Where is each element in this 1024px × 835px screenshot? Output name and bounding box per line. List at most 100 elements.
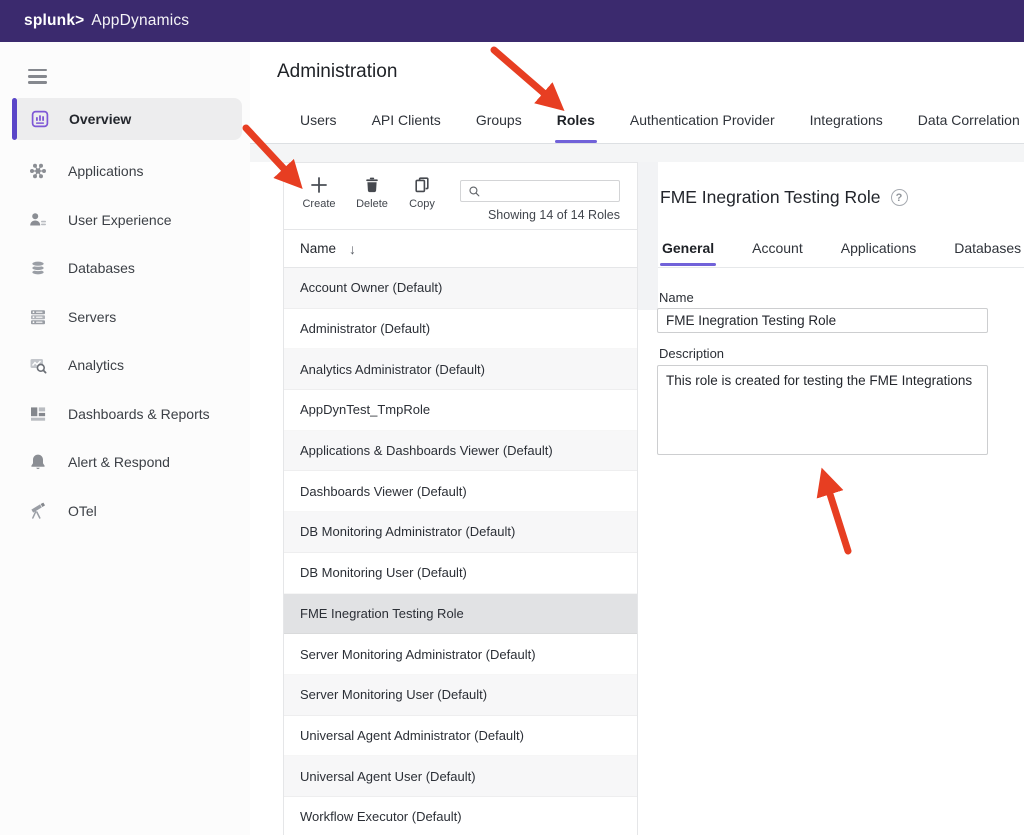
role-row[interactable]: Universal Agent Administrator (Default) bbox=[284, 716, 637, 757]
role-name: Server Monitoring User (Default) bbox=[300, 687, 487, 702]
sidebar-item-label: Servers bbox=[68, 309, 116, 325]
search-icon bbox=[467, 184, 482, 199]
detail-tab-applications[interactable]: Applications bbox=[841, 240, 917, 256]
tab-api-clients[interactable]: API Clients bbox=[372, 112, 441, 143]
sidebar-item-label: Applications bbox=[68, 163, 144, 179]
sidebar-item-databases[interactable]: Databases bbox=[0, 244, 250, 293]
role-detail-header: FME Inegration Testing Role ? bbox=[660, 187, 908, 208]
sidebar-item-analytics[interactable]: Analytics bbox=[0, 341, 250, 390]
tab-authentication-provider[interactable]: Authentication Provider bbox=[630, 112, 775, 143]
servers-icon bbox=[28, 307, 48, 327]
analytics-icon bbox=[28, 355, 48, 375]
role-description-textarea[interactable]: This role is created for testing the FME… bbox=[657, 365, 988, 455]
admin-tab-bar: Users API Clients Groups Roles Authenticatio… bbox=[300, 112, 1020, 143]
red-arrow-description bbox=[829, 491, 848, 551]
detail-tab-divider bbox=[658, 267, 1024, 268]
top-bar: splunk> AppDynamics bbox=[0, 0, 1024, 42]
plus-icon bbox=[309, 175, 329, 195]
create-button[interactable]: Create bbox=[299, 175, 339, 210]
role-name: Dashboards Viewer (Default) bbox=[300, 484, 467, 499]
description-field-label: Description bbox=[659, 346, 724, 361]
sidebar-item-label: Databases bbox=[68, 260, 135, 276]
alert-respond-icon bbox=[28, 452, 48, 472]
detail-tab-databases[interactable]: Databases bbox=[954, 240, 1021, 256]
sort-desc-icon[interactable]: ↓ bbox=[349, 241, 356, 257]
databases-icon bbox=[28, 258, 48, 278]
role-name: Applications & Dashboards Viewer (Defaul… bbox=[300, 443, 553, 458]
sidebar-nav-list: Overview Applications User Experience Datab… bbox=[0, 98, 250, 535]
content-band bbox=[250, 144, 1024, 162]
name-field-label: Name bbox=[659, 290, 694, 305]
delete-button[interactable]: Delete bbox=[352, 175, 392, 210]
sidebar-item-servers[interactable]: Servers bbox=[0, 293, 250, 342]
sidebar-item-dashboards-reports[interactable]: Dashboards & Reports bbox=[0, 390, 250, 439]
tab-roles[interactable]: Roles bbox=[557, 112, 595, 143]
role-row[interactable]: FME Inegration Testing Role bbox=[284, 594, 637, 635]
red-arrow-roles-tab bbox=[494, 50, 546, 95]
role-row[interactable]: Server Monitoring User (Default) bbox=[284, 675, 637, 716]
menu-icon[interactable] bbox=[28, 69, 47, 84]
role-detail-title: FME Inegration Testing Role bbox=[660, 187, 881, 208]
role-name: Analytics Administrator (Default) bbox=[300, 362, 485, 377]
role-row[interactable]: AppDynTest_TmpRole bbox=[284, 390, 637, 431]
role-name: AppDynTest_TmpRole bbox=[300, 402, 430, 417]
brand-chevron: > bbox=[75, 12, 84, 29]
role-row[interactable]: Dashboards Viewer (Default) bbox=[284, 471, 637, 512]
brand-appdynamics: AppDynamics bbox=[91, 12, 189, 29]
roles-search-input[interactable] bbox=[482, 180, 619, 202]
copy-icon bbox=[412, 175, 432, 195]
help-icon[interactable]: ? bbox=[891, 189, 908, 206]
role-row[interactable]: Universal Agent User (Default) bbox=[284, 756, 637, 797]
tab-groups[interactable]: Groups bbox=[476, 112, 522, 143]
brand-splunk: splunk bbox=[24, 12, 75, 29]
dashboards-reports-icon bbox=[28, 404, 48, 424]
page-title: Administration bbox=[277, 61, 397, 83]
applications-icon bbox=[28, 161, 48, 181]
sidebar-item-label: Overview bbox=[69, 111, 131, 127]
toolbar-button-label: Copy bbox=[404, 198, 440, 210]
role-row[interactable]: Account Owner (Default) bbox=[284, 268, 637, 309]
role-name-input[interactable] bbox=[657, 308, 988, 333]
role-detail-tab-bar: General Account Applications Databases bbox=[662, 240, 1021, 256]
copy-button[interactable]: Copy bbox=[404, 175, 440, 210]
sidebar-item-label: Alert & Respond bbox=[68, 454, 170, 470]
otel-icon bbox=[28, 501, 48, 521]
roles-count-text: Showing 14 of 14 Roles bbox=[488, 208, 620, 222]
role-name: Server Monitoring Administrator (Default… bbox=[300, 647, 536, 662]
role-name: FME Inegration Testing Role bbox=[300, 606, 464, 621]
sidebar-item-otel[interactable]: OTel bbox=[0, 487, 250, 536]
role-row[interactable]: Analytics Administrator (Default) bbox=[284, 349, 637, 390]
sidebar-item-label: Analytics bbox=[68, 357, 124, 373]
role-row[interactable]: Workflow Executor (Default) bbox=[284, 797, 637, 835]
roles-column-header: Name ↓ bbox=[284, 230, 637, 268]
roles-search-box[interactable] bbox=[460, 180, 620, 202]
overview-icon bbox=[30, 109, 50, 129]
role-row[interactable]: DB Monitoring User (Default) bbox=[284, 553, 637, 594]
tab-data-correlation[interactable]: Data Correlation bbox=[918, 112, 1020, 143]
detail-tab-account[interactable]: Account bbox=[752, 240, 803, 256]
tab-integrations[interactable]: Integrations bbox=[810, 112, 883, 143]
app-window: splunk> AppDynamics Overview Applications U… bbox=[0, 0, 1024, 835]
trash-icon bbox=[362, 175, 382, 195]
name-column-label[interactable]: Name bbox=[300, 241, 336, 256]
sidebar-item-applications[interactable]: Applications bbox=[0, 147, 250, 196]
role-row[interactable]: DB Monitoring Administrator (Default) bbox=[284, 512, 637, 553]
sidebar-item-alert-respond[interactable]: Alert & Respond bbox=[0, 438, 250, 487]
roles-toolbar: Showing 14 of 14 Roles Create Delete Copy bbox=[284, 163, 637, 230]
role-name: Universal Agent Administrator (Default) bbox=[300, 728, 524, 743]
sidebar-item-label: OTel bbox=[68, 503, 97, 519]
role-row[interactable]: Server Monitoring Administrator (Default… bbox=[284, 634, 637, 675]
user-experience-icon bbox=[28, 210, 48, 230]
sidebar-item-overview[interactable]: Overview bbox=[12, 98, 242, 140]
role-name: DB Monitoring User (Default) bbox=[300, 565, 467, 580]
sidebar-item-user-experience[interactable]: User Experience bbox=[0, 196, 250, 245]
detail-tab-general[interactable]: General bbox=[662, 240, 714, 256]
role-row[interactable]: Applications & Dashboards Viewer (Defaul… bbox=[284, 431, 637, 472]
splunk-appdynamics-logo[interactable]: splunk> AppDynamics bbox=[24, 12, 189, 30]
role-row[interactable]: Administrator (Default) bbox=[284, 309, 637, 350]
roles-list-panel: Showing 14 of 14 Roles CreateDeleteCopy … bbox=[283, 162, 638, 835]
sidebar-item-label: Dashboards & Reports bbox=[68, 406, 210, 422]
role-name: DB Monitoring Administrator (Default) bbox=[300, 524, 515, 539]
tab-users[interactable]: Users bbox=[300, 112, 337, 143]
toolbar-button-label: Delete bbox=[352, 198, 392, 210]
